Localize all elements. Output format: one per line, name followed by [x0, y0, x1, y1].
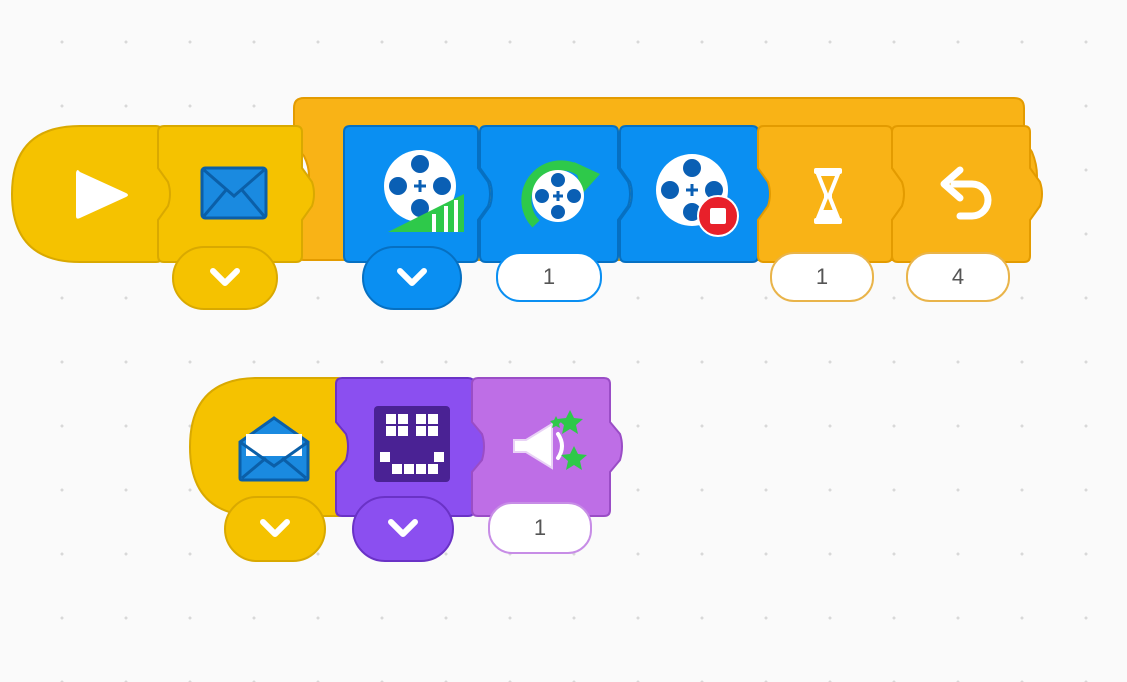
sound-input[interactable]: 1 [488, 502, 592, 554]
motor-stop-block[interactable] [618, 124, 772, 264]
message-dropdown[interactable] [172, 246, 278, 310]
repeat-count-input[interactable]: 4 [906, 252, 1010, 302]
repeat-count-value: 4 [951, 264, 965, 289]
envelope-icon [200, 166, 268, 220]
wait-block[interactable] [756, 124, 906, 264]
hourglass-icon [814, 168, 842, 224]
repeat-loop-end[interactable] [890, 124, 1050, 264]
chevron-down-icon [397, 268, 427, 286]
when-message-received-block[interactable] [156, 124, 316, 264]
chevron-down-icon [210, 268, 240, 286]
image-dropdown[interactable] [352, 496, 454, 562]
sound-value: 1 [533, 515, 547, 540]
motor-stop-icon [656, 154, 739, 237]
speed-dropdown[interactable] [362, 246, 462, 310]
play-icon [76, 170, 128, 219]
wait-seconds-value: 1 [815, 264, 829, 289]
open-envelope-icon [238, 416, 310, 482]
play-sound-block[interactable] [470, 376, 630, 518]
chevron-down-icon [260, 519, 290, 537]
wait-seconds-input[interactable]: 1 [770, 252, 874, 302]
megaphone-icon [513, 410, 587, 470]
loop-icon [940, 166, 992, 220]
code-canvas[interactable]: 1 1 4 1 [0, 0, 1127, 682]
chevron-down-icon [388, 519, 418, 537]
rotations-value: 1 [542, 264, 556, 289]
face-grid-icon [374, 406, 450, 482]
motor-set-speed-block[interactable] [342, 124, 492, 264]
start-block[interactable] [10, 124, 174, 264]
broadcast-dropdown[interactable] [224, 496, 326, 562]
motor-speed-icon [384, 150, 464, 232]
motor-rotate-icon [521, 160, 600, 228]
motor-run-rotations-block[interactable] [478, 124, 632, 264]
rotations-input[interactable]: 1 [496, 252, 602, 302]
